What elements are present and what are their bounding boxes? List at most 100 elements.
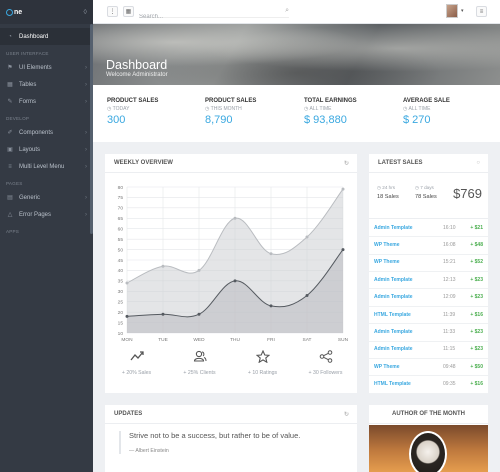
refresh-icon[interactable]: ○ xyxy=(476,160,480,166)
table-row[interactable]: HTML Template 09:35 + $16 xyxy=(369,376,488,394)
sale-product[interactable]: WP Theme xyxy=(374,259,399,265)
table-row[interactable]: WP Theme 15:21 + $52 xyxy=(369,254,488,272)
menu-button[interactable]: ≡ xyxy=(476,6,487,17)
sidebar-toggle-icon[interactable]: ◊ xyxy=(84,9,87,16)
table-row[interactable]: Admin Template 11:33 + $23 xyxy=(369,323,488,342)
sales-summary-24h: ◷ 24 hrs 18 Sales xyxy=(377,185,399,200)
panel-header: LATEST SALES ○ xyxy=(369,154,488,173)
chevron-right-icon: › xyxy=(85,194,87,201)
weekly-stat-text: + 25% Clients xyxy=(183,370,216,376)
weekly-stat-followers: + 30 Followers xyxy=(294,350,357,376)
sale-product[interactable]: WP Theme xyxy=(374,242,399,248)
sidebar-item-label: Dashboard xyxy=(19,33,49,40)
more-vertical-button[interactable]: ⋮ xyxy=(107,6,118,17)
table-row[interactable]: Admin Template 11:15 + $23 xyxy=(369,341,488,359)
sale-product[interactable]: HTML Template xyxy=(374,381,411,387)
x-tick-label: THU xyxy=(230,337,240,343)
avatar[interactable] xyxy=(446,4,458,18)
stat-label: AVERAGE SALE xyxy=(403,98,450,104)
sale-product[interactable]: WP Theme xyxy=(374,364,399,370)
sale-amount: + $23 xyxy=(470,346,483,353)
sidebar-item-ui-elements[interactable]: ⚑ UI Elements › xyxy=(0,59,93,76)
sale-product[interactable]: Admin Template xyxy=(374,346,413,352)
y-tick-label: 20 xyxy=(118,310,124,316)
sidebar-item-label: Generic xyxy=(19,194,41,201)
sidebar-item-tables[interactable]: ▦ Tables › xyxy=(0,76,93,93)
sale-product[interactable]: Admin Template xyxy=(374,329,413,335)
panel-header: AUTHOR OF THE MONTH xyxy=(369,405,488,424)
search-icon[interactable]: ⌕ xyxy=(285,7,289,15)
table-row[interactable]: Admin Template 16:10 + $21 xyxy=(369,219,488,238)
data-point xyxy=(125,314,129,318)
grid-button[interactable]: ▦ xyxy=(123,6,134,17)
chevron-right-icon: › xyxy=(85,146,87,153)
sale-amount: + $48 xyxy=(470,241,483,248)
flag-icon: ⚑ xyxy=(7,65,13,71)
users-icon xyxy=(168,350,231,368)
sidebar-item-forms[interactable]: ✎ Forms › xyxy=(0,93,93,110)
logo-text: ne xyxy=(14,8,23,16)
chevron-down-icon[interactable]: ▾ xyxy=(461,8,464,14)
panel-title: UPDATES xyxy=(114,411,143,417)
data-point xyxy=(269,252,273,256)
data-point xyxy=(197,312,201,316)
table-row[interactable]: WP Theme 16:08 + $48 xyxy=(369,236,488,255)
sidebar-item-label: Forms xyxy=(19,98,36,105)
table-row[interactable]: Admin Template 12:13 + $23 xyxy=(369,271,488,290)
panel-title: LATEST SALES xyxy=(378,160,423,166)
data-point xyxy=(341,248,345,252)
panel-header: WEEKLY OVERVIEW ↻ xyxy=(105,154,357,173)
refresh-icon[interactable]: ↻ xyxy=(344,160,349,167)
refresh-icon[interactable]: ↻ xyxy=(344,411,349,418)
document-icon: ▤ xyxy=(7,195,13,201)
stats-bar: PRODUCT SALES ◷ TODAY 300 PRODUCT SALES … xyxy=(93,85,500,142)
menu-icon: ≡ xyxy=(8,163,12,170)
stat-period: ◷ TODAY xyxy=(107,106,130,112)
sale-product[interactable]: Admin Template xyxy=(374,277,413,283)
sale-amount: + $23 xyxy=(470,328,483,335)
sidebar-item-label: Layouts xyxy=(19,146,41,153)
table-row[interactable]: Admin Template 12:09 + $23 xyxy=(369,289,488,307)
quote-text: Strive not to be a success, but rather t… xyxy=(129,431,301,440)
warning-icon: △ xyxy=(7,212,13,218)
logo-icon xyxy=(6,8,13,16)
sidebar-item-multi-level-menu[interactable]: ≡ Multi Level Menu › xyxy=(0,158,93,175)
y-tick-label: 60 xyxy=(118,227,124,233)
sale-product[interactable]: Admin Template xyxy=(374,294,413,300)
sidebar-section-apps: APPS xyxy=(6,229,20,234)
star-icon xyxy=(231,349,294,368)
sidebar-item-components[interactable]: ✐ Components › xyxy=(0,124,93,141)
stat-label: PRODUCT SALES xyxy=(107,98,159,104)
sale-product[interactable]: HTML Template xyxy=(374,312,411,318)
author-avatar[interactable] xyxy=(409,431,447,472)
table-row[interactable]: HTML Template 11:39 + $16 xyxy=(369,306,488,325)
sale-amount: + $23 xyxy=(470,294,483,301)
sale-amount: + $23 xyxy=(470,276,483,283)
latest-sales-panel: LATEST SALES ○ ◷ 24 hrs 18 Sales ◷ 7 day… xyxy=(369,154,488,394)
stat-period: ◷ THIS MONTH xyxy=(205,106,242,112)
x-tick-label: FRI xyxy=(267,337,275,343)
share-icon xyxy=(294,350,357,368)
table-row[interactable]: WP Theme 09:48 + $50 xyxy=(369,358,488,377)
sale-time: 09:48 xyxy=(443,363,456,370)
sale-product[interactable]: Admin Template xyxy=(374,225,413,231)
sidebar-item-dashboard[interactable]: ◔ Dashboard xyxy=(0,28,93,45)
sidebar-item-generic[interactable]: ▤ Generic › xyxy=(0,189,93,206)
stat-average-sale: AVERAGE SALE ◷ ALL TIME $ 270 xyxy=(403,98,450,126)
chevron-right-icon: › xyxy=(85,129,87,136)
brand[interactable]: ne ◊ xyxy=(0,0,93,24)
sale-time: 16:08 xyxy=(443,241,456,248)
sidebar-item-label: UI Elements xyxy=(19,64,52,71)
y-tick-label: 55 xyxy=(118,237,124,243)
y-tick-label: 25 xyxy=(118,300,124,306)
y-tick-label: 35 xyxy=(118,279,124,285)
weekly-stat-text: + 20% Sales xyxy=(121,370,152,376)
x-tick-label: SAT xyxy=(303,337,312,343)
sidebar-item-error-pages[interactable]: △ Error Pages › xyxy=(0,206,93,223)
sale-time: 16:10 xyxy=(443,224,456,231)
search-input[interactable] xyxy=(139,10,269,24)
topbar: ⋮ ▦ ⌕ ▾ ≡ xyxy=(93,0,500,24)
table-icon: ▦ xyxy=(7,82,13,88)
sidebar-item-layouts[interactable]: ▣ Layouts › xyxy=(0,141,93,158)
weekly-stat-text: + 30 Followers xyxy=(308,370,343,376)
